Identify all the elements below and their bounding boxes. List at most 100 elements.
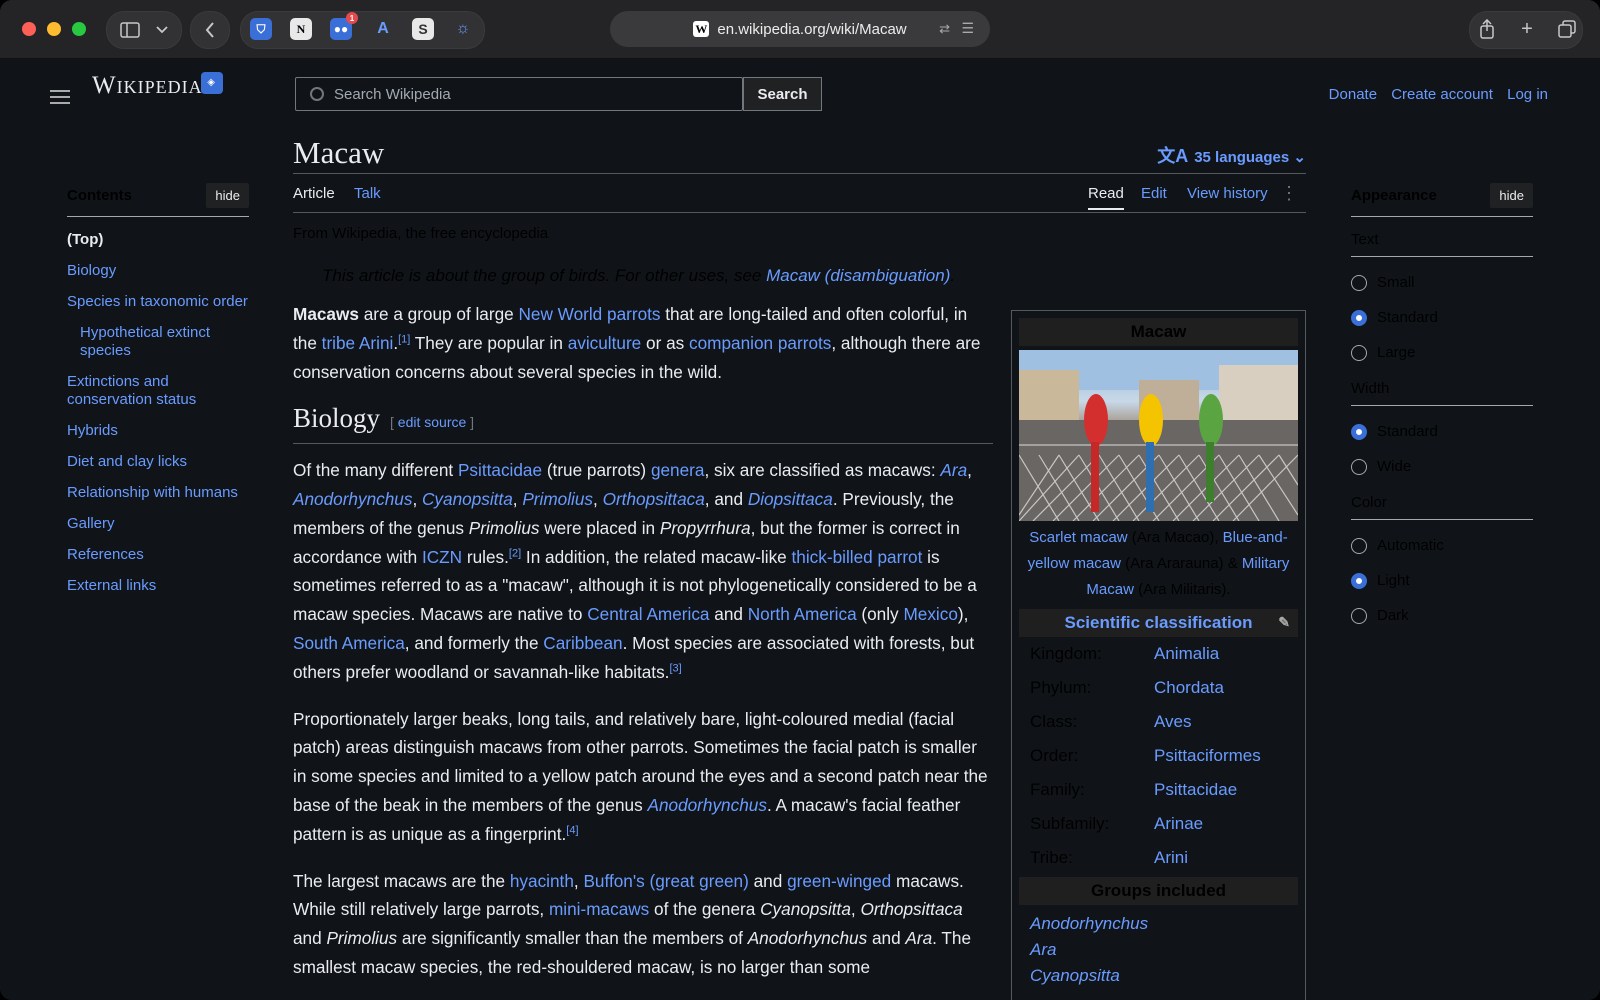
share-icon[interactable] — [1474, 16, 1500, 42]
appearance-hide-button[interactable]: hide — [1490, 183, 1533, 208]
address-bar[interactable]: W en.wikipedia.org/wiki/Macaw ⇄ ☰ — [610, 11, 990, 47]
wikipedia-logo[interactable]: Wikipedia ◈ — [92, 72, 223, 100]
taxonomy-value-link[interactable]: Psittaciformes — [1154, 746, 1261, 766]
toc-item[interactable]: Relationship with humans — [67, 484, 249, 502]
taxonomy-value-link[interactable]: Chordata — [1154, 678, 1224, 698]
article-link[interactable]: mini-macaws — [549, 899, 649, 919]
color-option[interactable]: Automatic — [1351, 528, 1533, 563]
bitwarden-shield-icon[interactable]: ⛉ — [250, 18, 272, 40]
article-link[interactable]: aviculture — [568, 333, 642, 353]
minimize-window-button[interactable] — [47, 22, 61, 36]
radio-checked-icon[interactable] — [1351, 309, 1367, 326]
tab-talk[interactable]: Talk — [354, 185, 381, 202]
taxonomy-value-link[interactable]: Psittacidae — [1154, 780, 1237, 800]
article-link[interactable]: Cyanopsitta — [422, 489, 513, 509]
extension-icon[interactable]: ●● 1 — [330, 12, 358, 40]
toc-item[interactable]: References — [67, 546, 249, 564]
article-link[interactable]: Anodorhynchus — [293, 489, 412, 509]
article-link[interactable]: hyacinth — [510, 871, 574, 891]
article-link[interactable]: Mexico — [903, 604, 957, 624]
citation-link[interactable]: [1] — [398, 333, 410, 345]
tab-overview-icon[interactable] — [1554, 16, 1580, 42]
width-option[interactable]: Wide — [1351, 449, 1533, 484]
sun-icon[interactable]: ☼ — [452, 18, 474, 40]
article-link[interactable]: Psittacidae — [458, 460, 542, 480]
toc-item[interactable]: External links — [67, 577, 249, 595]
color-option[interactable]: Dark — [1351, 598, 1533, 633]
chevron-down-icon[interactable] — [149, 12, 175, 48]
genus-link[interactable]: Cyanopsitta — [1019, 963, 1298, 989]
article-link[interactable]: Ara — [940, 460, 967, 480]
radio-unchecked-icon[interactable] — [1351, 344, 1367, 361]
disambiguation-link[interactable]: Macaw (disambiguation) — [766, 266, 950, 285]
citation-link[interactable]: [4] — [566, 824, 578, 836]
article-link[interactable]: Caribbean — [543, 633, 622, 653]
article-link[interactable]: green-winged — [787, 871, 891, 891]
taxonomy-value-link[interactable]: Aves — [1154, 712, 1192, 732]
citation-link[interactable]: [3] — [669, 662, 681, 674]
taxonomy-value-link[interactable]: Arinae — [1154, 814, 1203, 834]
radio-unchecked-icon[interactable] — [1351, 458, 1367, 475]
article-link[interactable]: tribe Arini — [322, 333, 394, 353]
radio-checked-icon[interactable] — [1351, 572, 1367, 589]
translate-page-icon[interactable]: ⇄ — [939, 21, 950, 37]
search-input[interactable]: Search Wikipedia — [295, 77, 743, 111]
main-menu-icon[interactable] — [50, 86, 70, 108]
citation-link[interactable]: [2] — [509, 547, 521, 559]
radio-unchecked-icon[interactable] — [1351, 274, 1367, 291]
color-option[interactable]: Light — [1351, 563, 1533, 598]
toc-hide-button[interactable]: hide — [206, 183, 249, 208]
article-link[interactable]: ICZN — [422, 547, 462, 567]
search-button[interactable]: Search — [743, 77, 822, 111]
text-size-option[interactable]: Small — [1351, 265, 1533, 300]
radio-unchecked-icon[interactable] — [1351, 537, 1367, 554]
login-link[interactable]: Log in — [1507, 86, 1548, 103]
tab-edit[interactable]: Edit — [1141, 185, 1167, 202]
article-link[interactable]: Central America — [587, 604, 709, 624]
toc-item[interactable]: Extinctions and conservation status — [67, 373, 249, 409]
width-option[interactable]: Standard — [1351, 414, 1533, 449]
article-link[interactable]: North America — [748, 604, 857, 624]
toc-item[interactable]: Biology — [67, 262, 249, 280]
toc-item[interactable]: Hybrids — [67, 422, 249, 440]
sidebar-icon[interactable] — [115, 12, 145, 48]
close-window-button[interactable] — [22, 22, 36, 36]
genus-link[interactable]: Anodorhynchus — [1019, 911, 1298, 937]
donate-link[interactable]: Donate — [1329, 86, 1377, 103]
more-tools-icon[interactable]: ⋮ — [1280, 183, 1298, 204]
tab-read[interactable]: Read — [1088, 185, 1124, 210]
tab-article[interactable]: Article — [293, 185, 335, 202]
taxonomy-value-link[interactable]: Arini — [1154, 848, 1188, 868]
radio-checked-icon[interactable] — [1351, 423, 1367, 440]
text-size-option[interactable]: Large — [1351, 335, 1533, 370]
new-tab-icon[interactable]: + — [1514, 16, 1540, 42]
languages-button[interactable]: 文A 35 languages ⌄ — [1157, 142, 1306, 168]
article-link[interactable]: thick-billed parrot — [792, 547, 923, 567]
article-link[interactable]: companion parrots — [689, 333, 831, 353]
edit-source-link[interactable]: edit source — [398, 414, 466, 430]
tab-view-history[interactable]: View history — [1187, 185, 1268, 202]
macaw-photo[interactable] — [1019, 350, 1298, 521]
genus-link[interactable]: Ara — [1019, 937, 1298, 963]
toc-item[interactable]: Species in taxonomic order — [67, 293, 249, 311]
classification-title[interactable]: Scientific classification — [1064, 613, 1252, 632]
article-link[interactable]: Diopsittaca — [748, 489, 833, 509]
s-extension-icon[interactable]: S — [412, 18, 434, 40]
zoom-window-button[interactable] — [72, 22, 86, 36]
article-link[interactable]: Anodorhynchus — [647, 795, 766, 815]
article-link[interactable]: Buffon's (great green) — [583, 871, 748, 891]
article-link[interactable]: Orthopsittaca — [603, 489, 705, 509]
article-link[interactable]: Scarlet macaw — [1029, 529, 1127, 546]
article-link[interactable]: genera — [651, 460, 705, 480]
article-link[interactable]: New World parrots — [519, 304, 661, 324]
back-button[interactable] — [190, 11, 230, 49]
reader-icon[interactable]: ☰ — [961, 20, 974, 37]
text-size-option[interactable]: Standard — [1351, 300, 1533, 335]
taxonomy-value-link[interactable]: Animalia — [1154, 644, 1219, 664]
article-link[interactable]: Primolius — [522, 489, 593, 509]
toc-item[interactable]: Diet and clay licks — [67, 453, 249, 471]
toc-item[interactable]: Gallery — [67, 515, 249, 533]
radio-unchecked-icon[interactable] — [1351, 607, 1367, 624]
create-account-link[interactable]: Create account — [1391, 86, 1493, 103]
toc-item[interactable]: (Top) — [67, 231, 249, 249]
